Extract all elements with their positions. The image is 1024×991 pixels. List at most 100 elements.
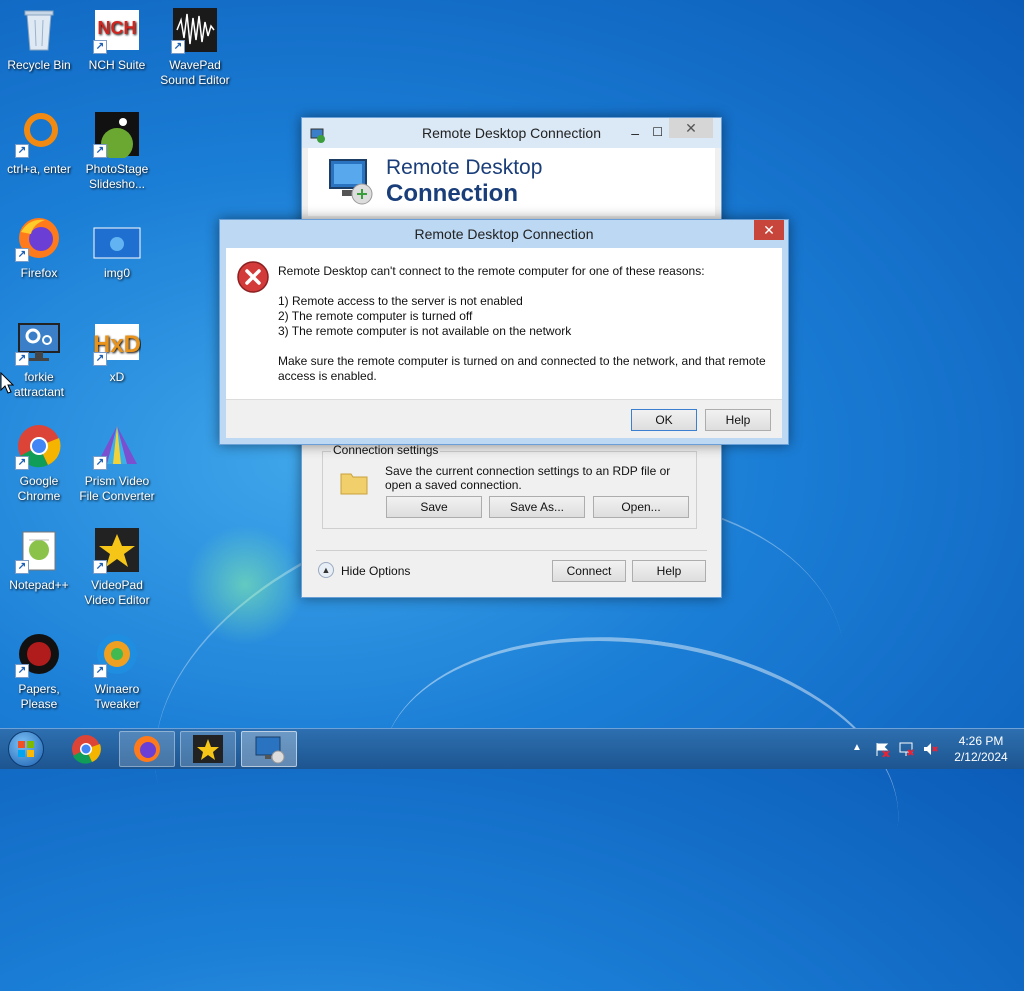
error-reason-2: 2) The remote computer is turned off: [278, 309, 473, 323]
connection-settings-label: Connection settings: [331, 443, 441, 457]
svg-text:NCH: NCH: [98, 18, 137, 38]
desktop-icon-img0[interactable]: img0: [78, 214, 156, 281]
desktop-icon-label: WavePad Sound Editor: [160, 58, 230, 87]
error-dialog-footer: OK Help: [226, 399, 782, 438]
shortcut-arrow-icon: ↗: [93, 456, 107, 470]
clock-date: 2/12/2024: [954, 750, 1008, 764]
desktop-icon-label: VideoPad Video Editor: [84, 578, 150, 607]
connect-button[interactable]: Connect: [552, 560, 626, 582]
winaero-tweaker-icon: ↗: [93, 630, 141, 678]
shortcut-arrow-icon: ↗: [93, 40, 107, 54]
photostage-icon: ↗: [93, 110, 141, 160]
desktop-icon-winaero-tweaker[interactable]: ↗ Winaero Tweaker: [78, 630, 156, 712]
desktop-icon-wavepad[interactable]: ↗ WavePad Sound Editor: [156, 6, 234, 88]
nch-suite-icon: NCH ↗: [93, 6, 141, 54]
connection-settings-group: Connection settings Save the current con…: [322, 443, 697, 529]
desktop-icon-label: Papers, Please: [18, 682, 60, 711]
desktop-icon-notepad-plus-plus[interactable]: ↗ Notepad++: [0, 526, 78, 593]
action-center-flag-icon[interactable]: [874, 741, 890, 757]
shortcut-arrow-icon: ↗: [15, 664, 29, 678]
save-as-button[interactable]: Save As...: [489, 496, 585, 518]
desktop-icon-recycle-bin[interactable]: Recycle Bin: [0, 6, 78, 73]
minimize-button[interactable]: –: [631, 118, 639, 148]
rdc-monitor-icon: [326, 156, 378, 213]
shortcut-arrow-icon: ↗: [93, 664, 107, 678]
shortcut-arrow-icon: ↗: [93, 352, 107, 366]
show-hidden-icons-button[interactable]: ▲: [852, 742, 862, 753]
error-help-button[interactable]: Help: [705, 409, 771, 431]
error-message: Remote Desktop can't connect to the remo…: [278, 264, 774, 384]
desktop-icon-firefox[interactable]: ↗ Firefox: [0, 214, 78, 281]
hide-options-link[interactable]: Hide Options: [341, 564, 410, 578]
firefox-icon: ↗: [15, 214, 63, 262]
desktop-icon-label: Google Chrome: [17, 474, 61, 503]
connection-settings-text: Save the current connection settings to …: [385, 464, 671, 492]
shortcut-arrow-icon: ↗: [15, 560, 29, 574]
start-button[interactable]: [8, 731, 44, 767]
desktop-icon-label: PhotoStage Slidesho...: [85, 162, 149, 191]
error-dialog[interactable]: Remote Desktop Connection ✕ Remote Deskt…: [219, 219, 789, 445]
desktop-icon-papers-please[interactable]: ↗ Papers, Please: [0, 630, 78, 712]
shortcut-arrow-icon: ↗: [15, 248, 29, 262]
wavepad-icon: ↗: [171, 6, 219, 54]
taskbar-remote-desktop[interactable]: [241, 731, 297, 767]
shortcut-arrow-icon: ↗: [15, 352, 29, 366]
shortcut-arrow-icon: ↗: [93, 560, 107, 574]
maximize-button[interactable]: ☐: [652, 117, 663, 147]
open-button[interactable]: Open...: [593, 496, 689, 518]
papers-please-icon: ↗: [15, 630, 63, 678]
recycle-bin-icon: [15, 6, 63, 54]
desktop-icon-prism[interactable]: ↗ Prism Video File Converter: [78, 422, 156, 504]
rdc-banner-line2: Connection: [386, 180, 518, 207]
desktop-icon-label: img0: [103, 266, 130, 280]
ring-icon: ↗: [15, 110, 63, 158]
help-button[interactable]: Help: [632, 560, 706, 582]
rdc-close-button[interactable]: ✕: [669, 118, 713, 138]
clock-time: 4:26 PM: [958, 734, 1004, 748]
rdc-titlebar[interactable]: Remote Desktop Connection – ☐ ✕: [302, 118, 721, 148]
ok-button[interactable]: OK: [631, 409, 697, 431]
clock[interactable]: 4:26 PM 2/12/2024: [948, 733, 1014, 765]
desktop-icon-google-chrome[interactable]: ↗ Google Chrome: [0, 422, 78, 504]
taskbar-videopad[interactable]: [180, 731, 236, 767]
shortcut-arrow-icon: ↗: [15, 456, 29, 470]
desktop-icon-nch-suite[interactable]: NCH ↗ NCH Suite: [78, 6, 156, 73]
taskbar-chrome[interactable]: [58, 731, 114, 767]
save-button[interactable]: Save: [386, 496, 482, 518]
error-reason-3: 3) The remote computer is not available …: [278, 324, 572, 338]
desktop-icon-xd[interactable]: HxD ↗ xD: [78, 318, 156, 385]
error-dialog-title: Remote Desktop Connection: [414, 226, 594, 242]
divider: [316, 550, 707, 551]
taskbar-firefox[interactable]: [119, 731, 175, 767]
monitor-gear-icon: ↗: [15, 318, 63, 366]
rdc-banner-line1: Remote Desktop: [386, 156, 543, 179]
firefox-icon: [134, 736, 160, 762]
videopad-icon: [193, 735, 223, 763]
desktop-icon-label: ctrl+a, enter: [7, 162, 71, 176]
shortcut-arrow-icon: ↗: [93, 144, 107, 158]
chevron-up-icon[interactable]: ▲: [318, 562, 334, 578]
chrome-icon: [72, 735, 101, 764]
error-intro: Remote Desktop can't connect to the remo…: [278, 264, 705, 278]
error-reason-1: 1) Remote access to the server is not en…: [278, 294, 523, 308]
videopad-icon: ↗: [93, 526, 141, 574]
error-advice: Make sure the remote computer is turned …: [278, 354, 766, 383]
desktop-icon-videopad[interactable]: ↗ VideoPad Video Editor: [78, 526, 156, 608]
notepad-plus-plus-icon: ↗: [15, 526, 63, 574]
hxd-icon: HxD ↗: [93, 318, 141, 366]
network-icon[interactable]: [898, 741, 914, 757]
taskbar: ▲ 4:26 PM 2/12/2024: [0, 728, 1024, 769]
desktop-icon-photostage[interactable]: ↗ PhotoStage Slidesho...: [78, 110, 156, 192]
desktop-icon-label: NCH Suite: [88, 58, 146, 72]
desktop-icon-ctrl-a-enter[interactable]: ↗ ctrl+a, enter: [0, 110, 78, 177]
desktop-icon-label: Notepad++: [9, 578, 69, 592]
chrome-icon: ↗: [15, 422, 63, 470]
rdc-title: Remote Desktop Connection: [422, 125, 601, 141]
prism-icon: ↗: [93, 422, 141, 470]
error-dialog-close-button[interactable]: ✕: [754, 220, 784, 240]
volume-muted-icon[interactable]: [922, 741, 938, 757]
rdc-banner: Remote Desktop Connection: [308, 148, 715, 216]
error-dialog-titlebar[interactable]: Remote Desktop Connection ✕: [220, 220, 788, 248]
desktop-icon-label: Prism Video File Converter: [79, 474, 155, 503]
error-dialog-body: Remote Desktop can't connect to the remo…: [226, 248, 782, 399]
